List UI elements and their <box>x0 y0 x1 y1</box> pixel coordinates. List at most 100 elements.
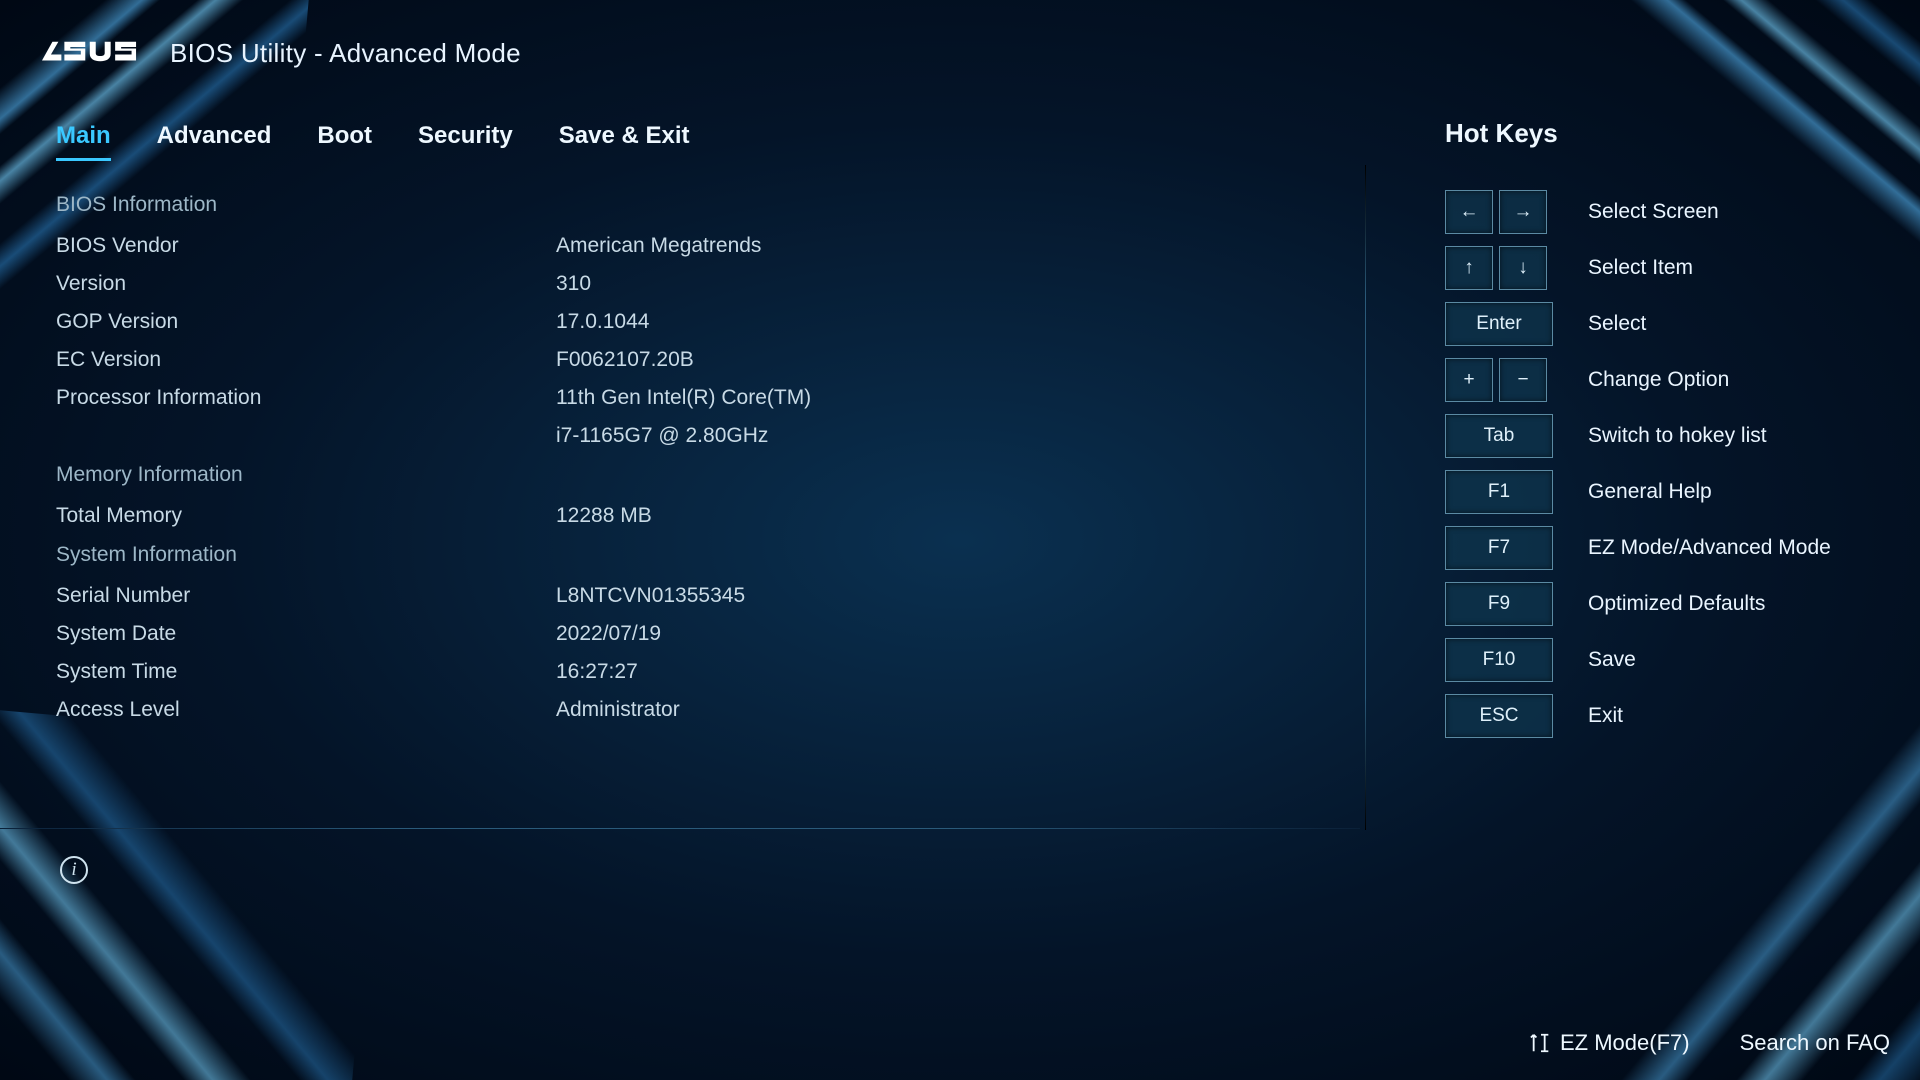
info-icon: i <box>60 856 88 884</box>
page-title: BIOS Utility - Advanced Mode <box>170 38 521 69</box>
hotkey-keys: Enter <box>1445 302 1560 346</box>
search-faq-link[interactable]: Search on FAQ <box>1740 1030 1890 1056</box>
search-faq-label: Search on FAQ <box>1740 1030 1890 1056</box>
hotkey-row: ESC Exit <box>1445 694 1875 738</box>
hotkey-desc: Exit <box>1588 704 1623 728</box>
key-cap: ESC <box>1445 694 1553 738</box>
bios-info-row: BIOS VendorAmerican Megatrends <box>56 227 1340 265</box>
bios-info-value: F0062107.20B <box>556 341 694 379</box>
hotkey-keys: +− <box>1445 358 1560 402</box>
system-info-value: L8NTCVN01355345 <box>556 577 745 615</box>
bios-info-value: 17.0.1044 <box>556 303 649 341</box>
system-info-value: 2022/07/19 <box>556 615 661 653</box>
swap-icon <box>1530 1032 1552 1054</box>
hotkey-keys: Tab <box>1445 414 1560 458</box>
tab-security[interactable]: Security <box>418 122 513 161</box>
hotkey-row: F9 Optimized Defaults <box>1445 582 1875 626</box>
memory-info-title: Memory Information <box>56 463 1340 487</box>
tab-bar: Main Advanced Boot Security Save & Exit <box>56 122 689 161</box>
bios-info-row: Version310 <box>56 265 1340 303</box>
hotkey-keys: F10 <box>1445 638 1560 682</box>
system-info-row: System Date2022/07/19 <box>56 615 1340 653</box>
main-panel: BIOS Information BIOS VendorAmerican Mega… <box>56 185 1340 729</box>
ez-mode-link[interactable]: EZ Mode(F7) <box>1530 1030 1690 1056</box>
hotkey-desc: EZ Mode/Advanced Mode <box>1588 536 1831 560</box>
footer: EZ Mode(F7) Search on FAQ <box>1530 1030 1890 1056</box>
hotkey-keys: F1 <box>1445 470 1560 514</box>
bios-info-value: 11th Gen Intel(R) Core(TM) <box>556 379 811 417</box>
system-info-value: 16:27:27 <box>556 653 638 691</box>
hotkey-row: +− Change Option <box>1445 358 1875 402</box>
hotkey-row: ↑↓ Select Item <box>1445 246 1875 290</box>
key-cap: F9 <box>1445 582 1553 626</box>
system-info-title: System Information <box>56 543 1340 567</box>
hotkey-desc: Optimized Defaults <box>1588 592 1765 616</box>
bios-info-label: BIOS Vendor <box>56 227 556 265</box>
bios-info-row: GOP Version17.0.1044 <box>56 303 1340 341</box>
header: BIOS Utility - Advanced Mode <box>36 36 521 70</box>
system-info-label: System Date <box>56 615 556 653</box>
bios-info-value: i7-1165G7 @ 2.80GHz <box>556 417 768 455</box>
bios-info-row: i7-1165G7 @ 2.80GHz <box>56 417 1340 455</box>
hotkey-row: Tab Switch to hokey list <box>1445 414 1875 458</box>
key-cap: Enter <box>1445 302 1553 346</box>
key-cap: − <box>1499 358 1547 402</box>
hotkey-row: ←→ Select Screen <box>1445 190 1875 234</box>
hotkey-keys: F7 <box>1445 526 1560 570</box>
key-cap: + <box>1445 358 1493 402</box>
bios-info-value: 310 <box>556 265 591 303</box>
hotkey-desc: Save <box>1588 648 1636 672</box>
hotkey-desc: Switch to hokey list <box>1588 424 1767 448</box>
key-cap: F10 <box>1445 638 1553 682</box>
bios-info-label: Version <box>56 265 556 303</box>
system-info-row: Access LevelAdministrator <box>56 691 1340 729</box>
key-cap: → <box>1499 190 1547 234</box>
bios-info-title: BIOS Information <box>56 193 1340 217</box>
system-info-row: Serial NumberL8NTCVN01355345 <box>56 577 1340 615</box>
horizontal-divider <box>0 828 1360 829</box>
system-info-row: System Time16:27:27 <box>56 653 1340 691</box>
key-cap: Tab <box>1445 414 1553 458</box>
hotkey-row: F7 EZ Mode/Advanced Mode <box>1445 526 1875 570</box>
key-cap: ↓ <box>1499 246 1547 290</box>
bios-info-label: EC Version <box>56 341 556 379</box>
hotkey-row: Enter Select <box>1445 302 1875 346</box>
ez-mode-label: EZ Mode(F7) <box>1560 1030 1690 1056</box>
memory-info-label: Total Memory <box>56 497 556 535</box>
tab-advanced[interactable]: Advanced <box>157 122 272 161</box>
bios-info-value: American Megatrends <box>556 227 761 265</box>
hotkey-keys: F9 <box>1445 582 1560 626</box>
hotkey-keys: ESC <box>1445 694 1560 738</box>
hotkey-desc: Select Item <box>1588 256 1693 280</box>
tab-boot[interactable]: Boot <box>317 122 372 161</box>
bios-info-label: GOP Version <box>56 303 556 341</box>
tab-save-exit[interactable]: Save & Exit <box>559 122 690 161</box>
hotkey-desc: Select <box>1588 312 1646 336</box>
hotkey-desc: Select Screen <box>1588 200 1719 224</box>
bios-info-row: EC VersionF0062107.20B <box>56 341 1340 379</box>
key-cap: F1 <box>1445 470 1553 514</box>
hotkey-row: F10 Save <box>1445 638 1875 682</box>
bios-info-label <box>56 417 556 455</box>
system-info-label: Access Level <box>56 691 556 729</box>
key-cap: ← <box>1445 190 1493 234</box>
hotkey-keys: ↑↓ <box>1445 246 1560 290</box>
tab-main[interactable]: Main <box>56 122 111 161</box>
key-cap: ↑ <box>1445 246 1493 290</box>
vertical-divider <box>1365 165 1366 830</box>
system-info-value: Administrator <box>556 691 680 729</box>
hotkey-desc: General Help <box>1588 480 1712 504</box>
system-info-label: Serial Number <box>56 577 556 615</box>
system-info-label: System Time <box>56 653 556 691</box>
hotkey-desc: Change Option <box>1588 368 1729 392</box>
hotkey-row: F1 General Help <box>1445 470 1875 514</box>
memory-info-row: Total Memory12288 MB <box>56 497 1340 535</box>
bios-info-row: Processor Information11th Gen Intel(R) C… <box>56 379 1340 417</box>
key-cap: F7 <box>1445 526 1553 570</box>
brand-logo <box>36 36 148 70</box>
memory-info-value: 12288 MB <box>556 497 652 535</box>
bios-info-label: Processor Information <box>56 379 556 417</box>
hotkey-keys: ←→ <box>1445 190 1560 234</box>
hotkeys-title: Hot Keys <box>1445 118 1558 149</box>
hotkeys-panel: ←→ Select Screen ↑↓ Select Item Enter Select +… <box>1445 190 1875 738</box>
